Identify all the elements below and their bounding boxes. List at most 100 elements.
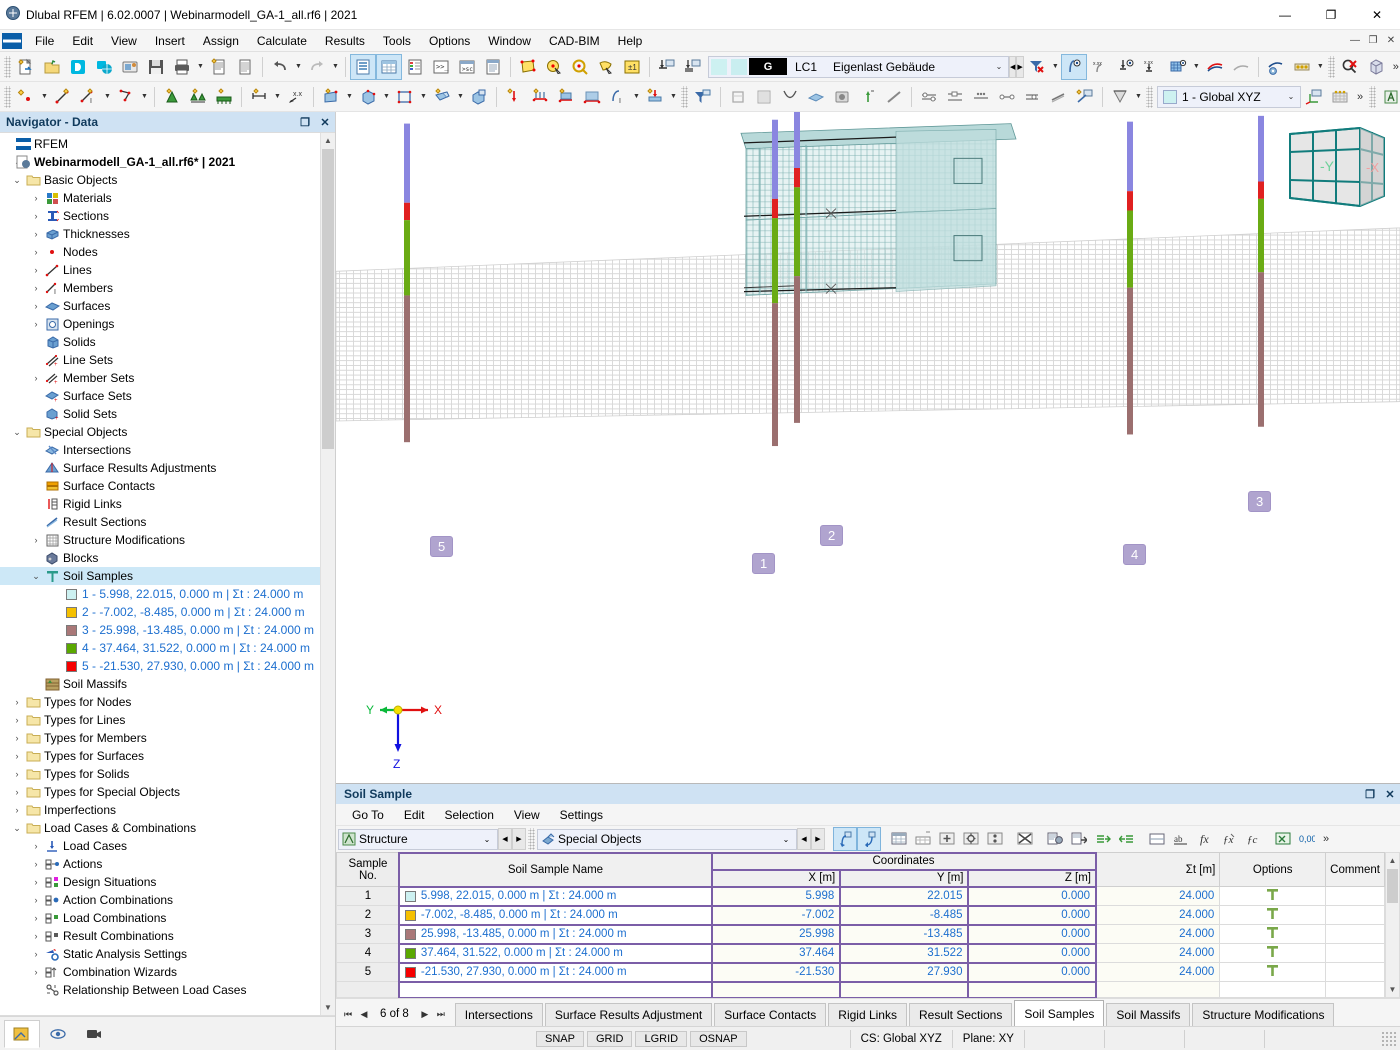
- navigator-scrollbar[interactable]: ▲ ▼: [320, 133, 335, 1015]
- new-opening-dropdown-icon[interactable]: ▼: [418, 84, 429, 110]
- tree-node-solids[interactable]: Solids: [0, 333, 335, 351]
- menu-tools[interactable]: Tools: [374, 32, 420, 50]
- new-member-button[interactable]: I: [76, 84, 102, 110]
- select-zoom-button[interactable]: [567, 54, 593, 80]
- select-surface-button[interactable]: [515, 54, 541, 80]
- expander-icon[interactable]: ⌄: [10, 823, 24, 834]
- structure-category-selector[interactable]: Structure ⌄: [338, 828, 498, 850]
- cell-comment[interactable]: [1325, 886, 1385, 906]
- status-toggle-osnap[interactable]: OSNAP: [690, 1030, 747, 1047]
- soil-sample-float-button[interactable]: ❐: [1360, 788, 1380, 801]
- navigator-float-button[interactable]: ❐: [295, 116, 315, 129]
- pager-prev-button[interactable]: ◀: [356, 1009, 372, 1020]
- cell-options[interactable]: [1219, 905, 1327, 925]
- toolbar2-grip-2[interactable]: [681, 85, 688, 108]
- tree-node-line-sets[interactable]: + Line Sets: [0, 351, 335, 369]
- tree-node-load-cases[interactable]: › Load Cases: [0, 837, 335, 855]
- visibility-filter-button[interactable]: [690, 84, 716, 110]
- open-model-button[interactable]: [39, 54, 65, 80]
- ss-menu-go-to[interactable]: Go To: [342, 806, 394, 824]
- cell-y[interactable]: [838, 980, 969, 999]
- ucs-origin-button[interactable]: [1301, 84, 1327, 110]
- expander-icon[interactable]: ›: [29, 967, 43, 977]
- new-solid-dropdown-icon[interactable]: ▼: [381, 84, 392, 110]
- menu-results[interactable]: Results: [316, 32, 374, 50]
- table-row[interactable]: 2 -7.002, -8.485, 0.000 m | Σt : 24.000 m…: [336, 904, 1385, 926]
- cell-z[interactable]: 0.000: [966, 961, 1097, 983]
- tree-node-types-for-special-objects[interactable]: › Types for Special Objects: [0, 783, 335, 801]
- menu-insert[interactable]: Insert: [146, 32, 194, 50]
- tree-node-result-combinations[interactable]: › Result Combinations: [0, 927, 335, 945]
- tree-soil-sample-5[interactable]: 5 - -21.530, 27.930, 0.000 m | Σt : 24.0…: [0, 657, 335, 675]
- tree-node-surface-results-adjustments[interactable]: Surface Results Adjustments: [0, 459, 335, 477]
- cell-comment[interactable]: [1325, 981, 1385, 998]
- ss-menu-settings[interactable]: Settings: [550, 806, 613, 824]
- menu-window[interactable]: Window: [479, 32, 540, 50]
- new-opening-button[interactable]: [392, 84, 418, 110]
- show-numbering-button[interactable]: [1060, 53, 1087, 80]
- navigator-close-button[interactable]: ✕: [315, 116, 335, 129]
- tab-soil-samples[interactable]: Soil Samples: [1014, 1000, 1105, 1026]
- load-case-selector[interactable]: G LC1 Eigenlast Gebäude ⌄: [708, 55, 1010, 78]
- cell-soil-sample-name[interactable]: -21.530, 27.930, 0.000 m | Σt : 24.000 m: [398, 961, 713, 983]
- menu-file[interactable]: File: [26, 32, 63, 50]
- special-objects-dropdown-icon[interactable]: ⌄: [776, 835, 796, 844]
- filter-dropdown-icon[interactable]: ▼: [1050, 54, 1061, 80]
- tree-node-design-situations[interactable]: › Design Situations: [0, 873, 335, 891]
- menu-view[interactable]: View: [102, 32, 146, 50]
- expander-icon[interactable]: ›: [10, 715, 24, 725]
- excel-export-button[interactable]: [1271, 827, 1295, 851]
- menu-calculate[interactable]: Calculate: [248, 32, 316, 50]
- load-case-button[interactable]: [680, 54, 706, 80]
- hinge-type-2-button[interactable]: [942, 84, 968, 110]
- expander-icon[interactable]: ›: [29, 535, 43, 545]
- soil-sample-table[interactable]: Sample No. Soil Sample Name Coordinates …: [336, 851, 1385, 999]
- select-in-graphic-button[interactable]: [833, 827, 857, 851]
- tree-node-surface-sets[interactable]: + Surface Sets: [0, 387, 335, 405]
- new-surface-dropdown-icon[interactable]: ▼: [344, 84, 355, 110]
- tree-node-special-objects[interactable]: ⌄ Special Objects: [0, 423, 335, 441]
- table-scroll-up-icon[interactable]: ▲: [1386, 853, 1399, 868]
- table-row[interactable]: 1 5.998, 22.015, 0.000 m | Σt : 24.000 m 5…: [336, 885, 1385, 907]
- result-table-button[interactable]: [402, 54, 428, 80]
- menu-help[interactable]: Help: [609, 32, 652, 50]
- free-load-dropdown-icon[interactable]: ▼: [631, 84, 642, 110]
- show-in-graphic-button[interactable]: [857, 827, 881, 851]
- cell-sum-t[interactable]: 24.000: [1095, 943, 1221, 963]
- member-eccentricity-button[interactable]: [1046, 84, 1072, 110]
- new-model-button[interactable]: [13, 54, 39, 80]
- filter-clear-button[interactable]: [1024, 54, 1050, 80]
- expander-icon[interactable]: ›: [29, 265, 43, 275]
- expander-icon[interactable]: ›: [29, 931, 43, 941]
- pager-last-button[interactable]: ⏭: [433, 1009, 449, 1020]
- expander-icon[interactable]: ›: [10, 751, 24, 761]
- render-solid-button[interactable]: [751, 84, 777, 110]
- tab-surface-results-adjustment[interactable]: Surface Results Adjustment: [544, 1003, 713, 1026]
- tree-node-thicknesses[interactable]: › Thicknesses: [0, 225, 335, 243]
- command-line-button[interactable]: >>_: [428, 54, 454, 80]
- surface-render-button[interactable]: [803, 84, 829, 110]
- new-node-button[interactable]: [13, 84, 39, 110]
- table-row[interactable]: 4 37.464, 31.522, 0.000 m | Σt : 24.000 m…: [336, 942, 1385, 964]
- soil-sample-close-button[interactable]: ✕: [1380, 788, 1400, 801]
- load-case-dropdown-icon[interactable]: ⌄: [990, 62, 1008, 71]
- tree-node-types-for-surfaces[interactable]: › Types for Surfaces: [0, 747, 335, 765]
- hinge-type-5-button[interactable]: [1020, 84, 1046, 110]
- expander-icon[interactable]: ›: [29, 193, 43, 203]
- web-services-button[interactable]: [91, 54, 117, 80]
- expander-icon[interactable]: ›: [29, 229, 43, 239]
- tree-node-types-for-solids[interactable]: › Types for Solids: [0, 765, 335, 783]
- cell-sum-t[interactable]: 24.000: [1095, 962, 1221, 982]
- tree-node-materials[interactable]: › Materials: [0, 189, 335, 207]
- hide-numbering-button[interactable]: x.xx: [1087, 54, 1113, 80]
- tree-node-basic-objects[interactable]: ⌄ Basic Objects: [0, 171, 335, 189]
- expander-icon[interactable]: ›: [29, 895, 43, 905]
- new-surface-set-button[interactable]: [429, 84, 455, 110]
- cell-y[interactable]: 22.015: [838, 885, 969, 907]
- mdi-restore-button[interactable]: ❐: [1364, 35, 1382, 46]
- toolbar2-overflow-icon-1[interactable]: »: [1353, 91, 1367, 103]
- tree-node-rigid-links[interactable]: Rigid Links: [0, 495, 335, 513]
- new-polyline-button[interactable]: [113, 84, 139, 110]
- cell-options[interactable]: [1219, 981, 1327, 998]
- tab-soil-massifs[interactable]: Soil Massifs: [1106, 1003, 1191, 1026]
